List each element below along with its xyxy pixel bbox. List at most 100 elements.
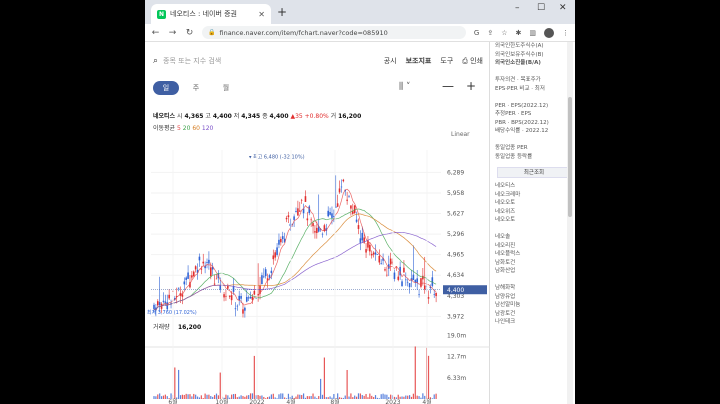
candlestick-chart[interactable]: 6,2895,9585,6275,2964,9654,6344,3033,972… bbox=[145, 142, 490, 404]
candle-body bbox=[232, 286, 235, 292]
volume-bar bbox=[308, 396, 310, 399]
recent-stock-item[interactable]: 남선알미늄 bbox=[491, 301, 575, 310]
zoom-in-icon[interactable]: + bbox=[466, 79, 476, 93]
min-price-annotation: 최저 3,760 (17.02%) bbox=[147, 309, 197, 316]
new-tab-icon[interactable]: + bbox=[277, 5, 287, 19]
browser-tab[interactable]: N 네오티스 : 네이버 증권 ✕ bbox=[151, 4, 271, 24]
back-icon[interactable]: ← bbox=[151, 28, 160, 38]
share-icon[interactable]: ⇪ bbox=[487, 29, 493, 37]
volume-tick-label: 19.0m bbox=[447, 332, 466, 339]
moving-average-line-5 bbox=[153, 188, 437, 311]
candle-body bbox=[153, 304, 155, 310]
tab-bar: N 네오티스 : 네이버 증권 ✕ + – ☐ ✕ bbox=[145, 0, 575, 24]
recent-stock-item[interactable]: 남해화학 bbox=[491, 284, 575, 293]
candle-body bbox=[329, 212, 331, 215]
zoom-out-icon[interactable]: — bbox=[442, 79, 454, 93]
candle-body bbox=[338, 188, 341, 193]
url-field[interactable]: 🔒 finance.naver.com/item/fchart.naver?co… bbox=[202, 26, 466, 39]
candle-body bbox=[403, 267, 405, 273]
volume-bar bbox=[403, 396, 405, 399]
naver-favicon-icon: N bbox=[157, 9, 166, 19]
recent-stock-item[interactable]: 네오플럭스 bbox=[491, 250, 575, 259]
candle-body bbox=[405, 279, 407, 281]
tab-close-icon[interactable]: ✕ bbox=[258, 10, 265, 19]
volume-bar bbox=[155, 396, 157, 399]
extensions-icon[interactable]: ✱ bbox=[516, 29, 522, 37]
volume-bar bbox=[189, 394, 191, 399]
ma60-label: 60 bbox=[192, 125, 200, 132]
menu-print[interactable]: ⎙ 인쇄 bbox=[462, 56, 483, 66]
x-tick-label: 6월 bbox=[168, 398, 177, 404]
volume-bar bbox=[280, 393, 282, 399]
close-window-icon[interactable]: ✕ bbox=[559, 3, 567, 13]
scroll-thumb[interactable] bbox=[568, 97, 572, 217]
volume-bar bbox=[306, 396, 308, 399]
star-icon[interactable]: ☆ bbox=[501, 29, 507, 37]
candle-body bbox=[228, 295, 231, 297]
investment-info-line bbox=[491, 93, 575, 102]
volume-bar bbox=[418, 396, 420, 399]
recent-stock-item[interactable]: 네오티스 bbox=[491, 182, 575, 191]
period-day[interactable]: 일 bbox=[153, 81, 179, 95]
candle-body bbox=[435, 292, 437, 297]
x-tick-label: 4월 bbox=[422, 398, 431, 404]
candle-body bbox=[168, 294, 170, 299]
moving-average-line-120 bbox=[153, 232, 437, 311]
investment-info-line: EPS·PER 비교 · 최저 bbox=[495, 85, 545, 92]
candle-body bbox=[331, 213, 333, 218]
volume-bar bbox=[359, 393, 361, 399]
minimize-icon[interactable]: – bbox=[515, 3, 520, 13]
candle-body bbox=[227, 285, 229, 289]
recent-stock-item[interactable]: 남광토건 bbox=[491, 310, 575, 319]
volume-bar bbox=[274, 397, 276, 399]
volume-bar bbox=[301, 395, 303, 399]
maximize-icon[interactable]: ☐ bbox=[537, 3, 545, 13]
recent-stock-item[interactable]: 남화산업 bbox=[491, 267, 575, 276]
moving-average-line-20 bbox=[153, 208, 437, 311]
candle-body bbox=[210, 267, 212, 277]
candle-body bbox=[378, 255, 381, 263]
candle-body bbox=[369, 244, 371, 252]
forward-icon[interactable]: → bbox=[168, 28, 177, 38]
recent-stock-item[interactable]: 나인테크 bbox=[491, 318, 575, 327]
period-week[interactable]: 주 bbox=[183, 81, 209, 95]
menu-icon[interactable]: ⋮ bbox=[562, 29, 569, 37]
candle-body bbox=[263, 276, 265, 278]
candle-body bbox=[327, 210, 329, 217]
volume-bar bbox=[206, 394, 208, 399]
menu-tools[interactable]: 도구 bbox=[440, 56, 453, 66]
sidebar-scrollbar[interactable] bbox=[567, 42, 573, 404]
menu-print-label: 인쇄 bbox=[470, 57, 483, 65]
recent-stock-item[interactable]: 네오솔 bbox=[491, 233, 575, 242]
volume-bar bbox=[407, 395, 409, 399]
reload-icon[interactable]: ↻ bbox=[185, 28, 194, 38]
volume-bar bbox=[320, 378, 322, 399]
recent-stock-item[interactable]: 네오리진 bbox=[491, 242, 575, 251]
scale-mode-selector[interactable]: Linear bbox=[451, 131, 470, 138]
volume-bar bbox=[325, 397, 327, 399]
stock-search-input[interactable]: 종목 또는 지수 검색 bbox=[163, 56, 375, 66]
chart-type-icon[interactable]: ⫼ ˅ bbox=[399, 82, 411, 92]
volume-bar bbox=[348, 396, 350, 399]
volume-bar bbox=[427, 355, 430, 399]
menu-disclosure[interactable]: 공시 bbox=[384, 56, 397, 66]
volume-bar bbox=[371, 395, 373, 399]
recent-views-tab[interactable]: 최근조회 bbox=[497, 167, 571, 178]
search-icon[interactable]: ⌕ bbox=[153, 56, 158, 66]
volume-bar bbox=[401, 396, 403, 399]
recent-stock-item[interactable]: 네오위즈 bbox=[491, 208, 575, 217]
google-icon[interactable]: G bbox=[474, 29, 479, 37]
recent-stock-item[interactable]: 네오오토 bbox=[491, 216, 575, 225]
recent-stock-item[interactable]: 남양유업 bbox=[491, 293, 575, 302]
recent-stock-item[interactable]: 네오크레마 bbox=[491, 191, 575, 200]
recent-stock-item[interactable]: 네오오토 bbox=[491, 199, 575, 208]
candle-body bbox=[365, 249, 367, 253]
candle-body bbox=[342, 179, 345, 182]
menu-indicators[interactable]: 보조지표 bbox=[406, 56, 432, 66]
period-month[interactable]: 월 bbox=[213, 81, 239, 95]
profile-avatar[interactable] bbox=[544, 27, 554, 38]
candle-body bbox=[253, 290, 256, 295]
recent-stock-item[interactable]: 남화토건 bbox=[491, 259, 575, 268]
candle-body bbox=[234, 308, 237, 310]
sidepanel-icon[interactable]: ▥ bbox=[529, 29, 536, 37]
